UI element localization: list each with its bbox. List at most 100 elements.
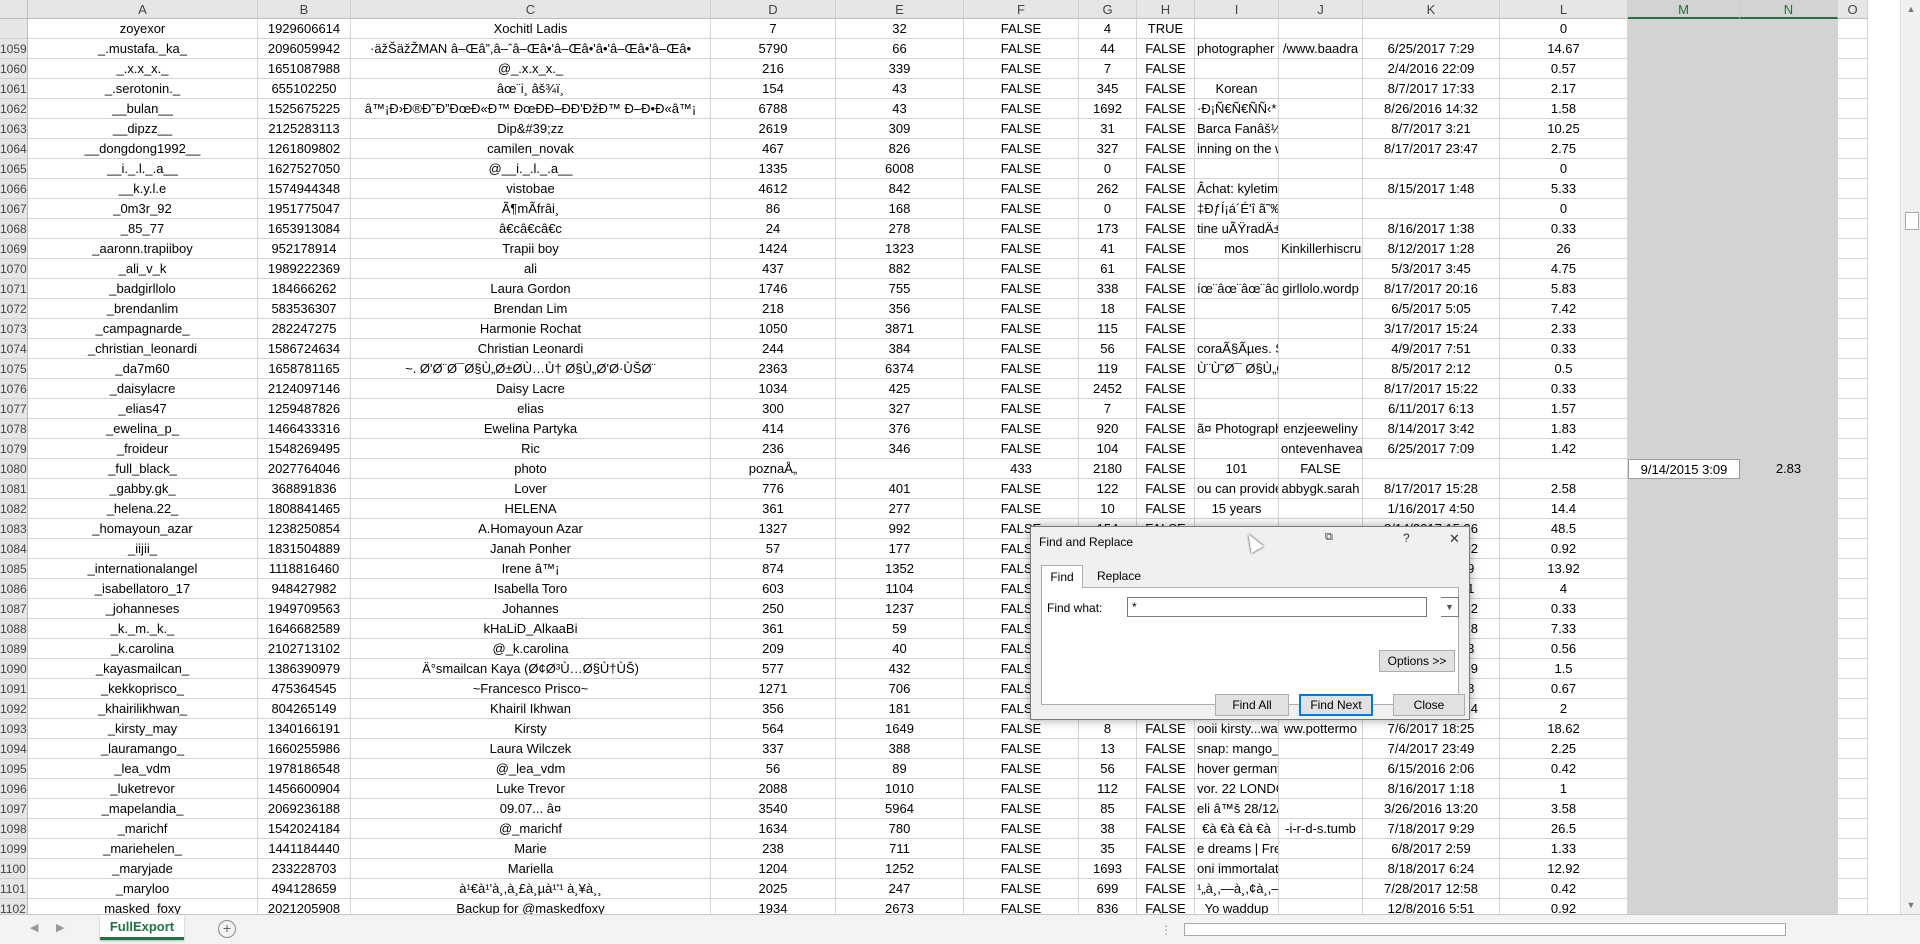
cell[interactable]: 2102713102 [258,639,351,659]
options-button[interactable]: Options >> [1379,650,1455,672]
cell[interactable] [1628,799,1740,819]
row-header[interactable]: 1084 [0,539,28,559]
cell[interactable]: 337 [711,739,836,759]
cell[interactable]: 18 [1079,299,1137,319]
tab-find[interactable]: Find [1041,565,1083,588]
cell[interactable] [1740,699,1838,719]
cell[interactable]: 2027764046 [258,459,351,479]
cell[interactable]: 874 [711,559,836,579]
cell[interactable]: A.Homayoun Azar [351,519,711,539]
row-header[interactable]: 1086 [0,579,28,599]
cell[interactable]: Backup for @maskedfoxy [351,899,711,914]
cell[interactable]: 59 [836,619,964,639]
cell[interactable] [1838,479,1868,499]
cell[interactable]: 327 [836,399,964,419]
cell[interactable]: 2069236188 [258,799,351,819]
cell[interactable]: 8/18/2017 6:24 [1363,859,1500,879]
cell[interactable]: 38 [1079,819,1137,839]
cell[interactable]: 3/26/2016 13:20 [1363,799,1500,819]
cell[interactable] [1279,359,1363,379]
cell[interactable]: Mariella [351,859,711,879]
cell[interactable]: FALSE [1137,819,1195,839]
row-header[interactable]: 1087 [0,599,28,619]
cell[interactable]: ã¤ Photographer [1195,419,1279,439]
cell[interactable]: 1252 [836,859,964,879]
cell[interactable]: _lauramango_ [28,739,258,759]
cell[interactable]: _brendanlim [28,299,258,319]
cell[interactable] [1838,79,1868,99]
cell[interactable] [1279,799,1363,819]
cell[interactable]: poznaÅ„ [711,459,836,479]
cell[interactable]: 7/28/2017 12:58 [1363,879,1500,899]
cell[interactable]: 6/8/2017 2:59 [1363,839,1500,859]
cell[interactable]: 10 [1079,499,1137,519]
cell[interactable]: 0.67 [1500,679,1628,699]
cell[interactable]: zoyexor [28,19,258,39]
cell[interactable]: 361 [711,619,836,639]
cell[interactable]: 0.92 [1500,899,1628,914]
cell[interactable]: 0.56 [1500,639,1628,659]
cell[interactable] [1740,519,1838,539]
cell[interactable]: 368891836 [258,479,351,499]
cell[interactable] [1279,739,1363,759]
cell[interactable]: @_marichf [351,819,711,839]
column-header-i[interactable]: I [1195,0,1279,19]
cell[interactable]: _homayoun_azar [28,519,258,539]
cell[interactable] [1279,379,1363,399]
cell[interactable]: _gabby.gk_ [28,479,258,499]
cell[interactable] [1279,159,1363,179]
cell[interactable]: 184666262 [258,279,351,299]
cell[interactable]: 0.33 [1500,339,1628,359]
cell[interactable]: FALSE [1137,199,1195,219]
cell[interactable]: 41 [1079,239,1137,259]
cell[interactable]: 699 [1079,879,1137,899]
cell[interactable]: FALSE [1137,879,1195,899]
cell[interactable]: 1 [1500,779,1628,799]
cell[interactable] [1279,59,1363,79]
cell[interactable]: FALSE [1137,379,1195,399]
column-header-n[interactable]: N [1740,0,1838,19]
cell[interactable]: 384 [836,339,964,359]
close-button[interactable]: Close [1393,694,1465,716]
cell[interactable]: 31 [1079,119,1137,139]
cell[interactable]: _kayasmailcan_ [28,659,258,679]
scroll-up-arrow-icon[interactable]: ▲ [1901,0,1920,18]
cell[interactable]: tine uÃŸradÄ± m [1195,219,1279,239]
cell[interactable]: ooii kirsty...wait [1195,719,1279,739]
cell[interactable]: FALSE [964,79,1079,99]
cell[interactable] [1195,59,1279,79]
cell[interactable] [1740,779,1838,799]
cell[interactable]: FALSE [1137,259,1195,279]
cell[interactable]: 1929606614 [258,19,351,39]
cell[interactable]: 0.42 [1500,759,1628,779]
cell[interactable] [1279,859,1363,879]
cell[interactable] [1628,599,1740,619]
cell[interactable] [1279,839,1363,859]
cell[interactable]: FALSE [1137,759,1195,779]
cell[interactable]: 218 [711,299,836,319]
cell[interactable] [1740,739,1838,759]
cell[interactable]: 776 [711,479,836,499]
cell[interactable]: FALSE [964,419,1079,439]
cell[interactable]: 3.58 [1500,799,1628,819]
cell[interactable]: 952178914 [258,239,351,259]
cell[interactable]: 706 [836,679,964,699]
cell[interactable]: vor. 22 LONDON [1195,779,1279,799]
cell[interactable] [1628,579,1740,599]
cell[interactable]: Trapii boy [351,239,711,259]
cell[interactable]: 1/16/2017 4:50 [1363,499,1500,519]
cell[interactable] [1740,439,1838,459]
cell[interactable] [1279,79,1363,99]
cell[interactable] [1628,839,1740,859]
cell[interactable]: 7 [1079,59,1137,79]
cell[interactable] [1628,539,1740,559]
cell[interactable]: _helena.22_ [28,499,258,519]
cell[interactable]: _badgirllolo [28,279,258,299]
cell[interactable]: 1.83 [1500,419,1628,439]
cell[interactable]: 5790 [711,39,836,59]
cell[interactable]: 56 [1079,339,1137,359]
cell[interactable]: 1238250854 [258,519,351,539]
cell[interactable]: 780 [836,819,964,839]
cell[interactable]: ou can provide y [1195,479,1279,499]
cell[interactable]: @__i._.l._.a__ [351,159,711,179]
